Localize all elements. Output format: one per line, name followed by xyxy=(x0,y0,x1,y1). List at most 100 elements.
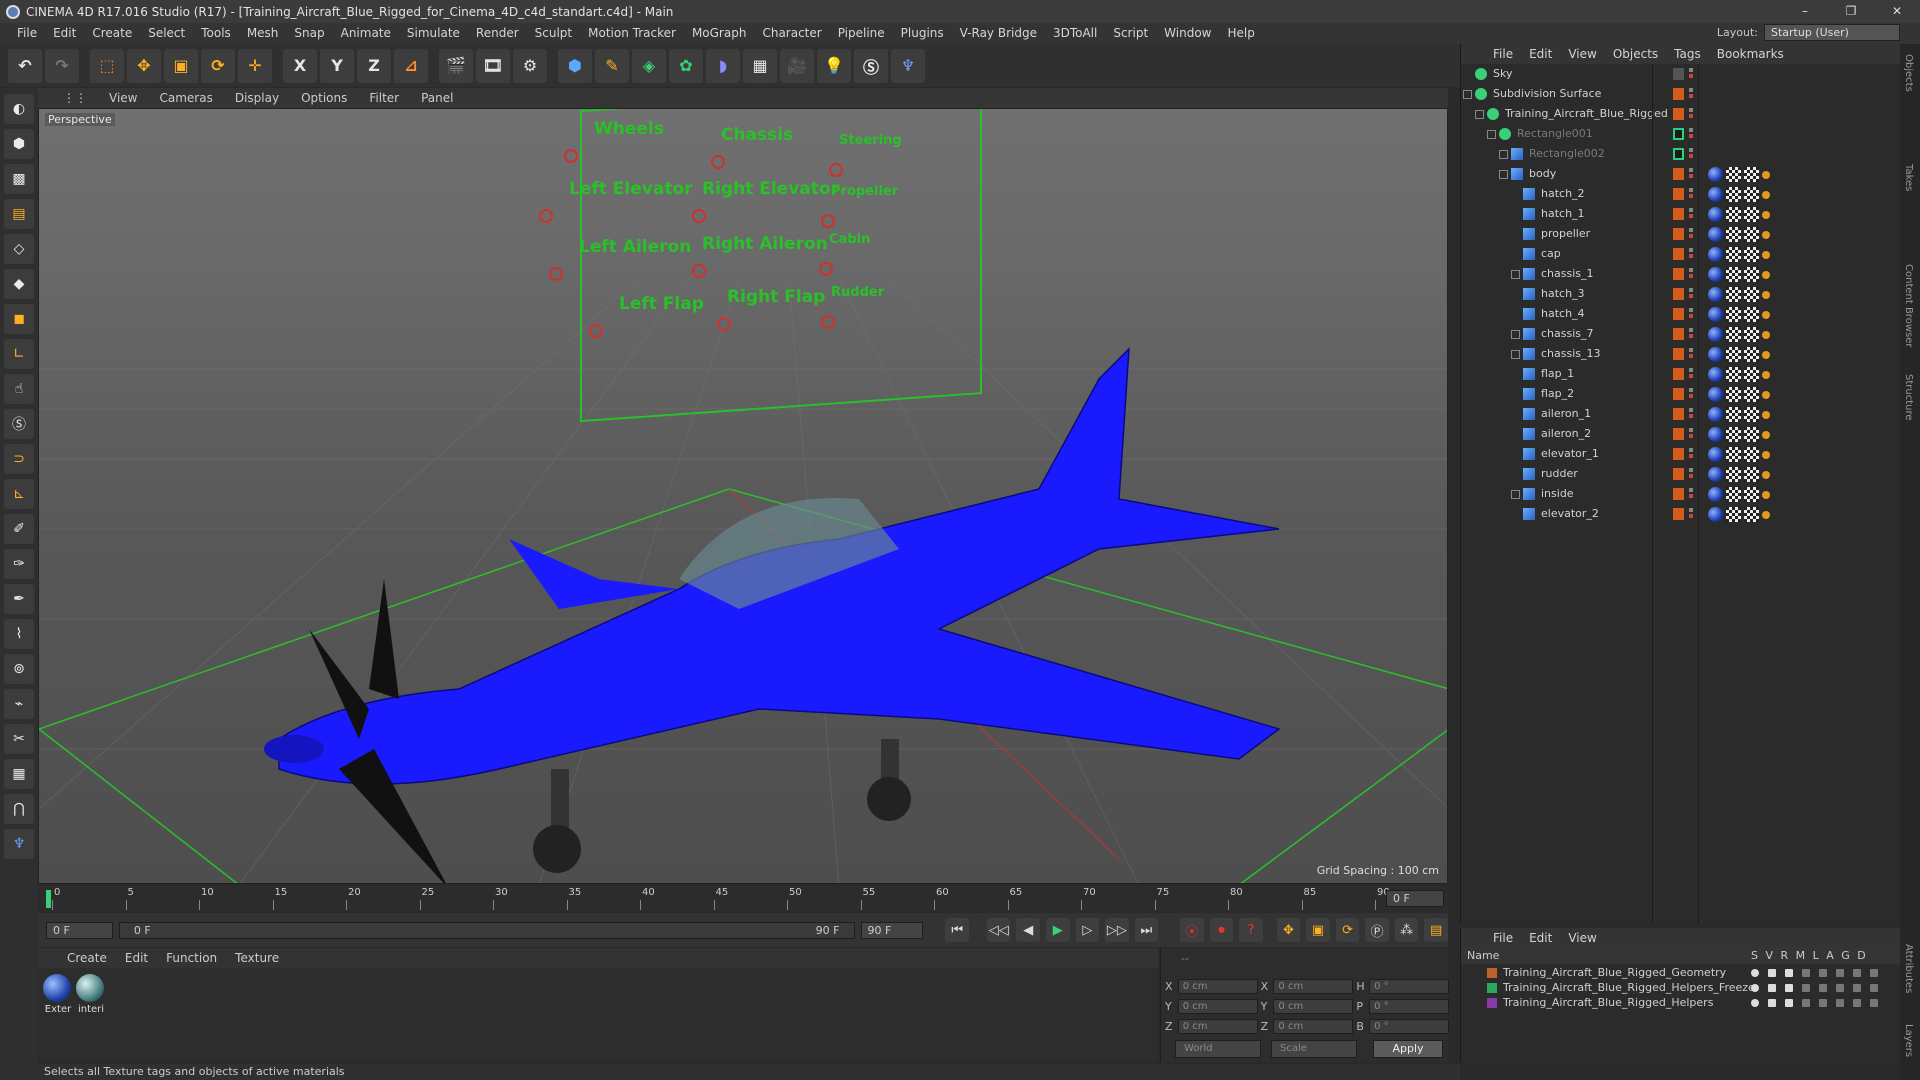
protection-tag-icon[interactable] xyxy=(1762,171,1770,179)
object-row[interactable]: cap xyxy=(1461,244,1901,264)
layer-flag-icon[interactable] xyxy=(1870,999,1878,1007)
visibility-dots-icon[interactable] xyxy=(1689,148,1693,158)
texture-tag-icon[interactable] xyxy=(1726,427,1741,442)
axis-mode-icon[interactable]: ∟ xyxy=(4,339,34,369)
layer-menu-item[interactable]: Edit xyxy=(1521,931,1560,945)
key-scale-icon[interactable]: ▣ xyxy=(1306,918,1330,942)
protection-tag-icon[interactable] xyxy=(1762,251,1770,259)
sculpt-smooth-icon[interactable]: ⌇ xyxy=(4,619,34,649)
texture-tag-icon[interactable] xyxy=(1726,247,1741,262)
uvw-tag-icon[interactable] xyxy=(1744,287,1759,302)
layer-flag-icon[interactable] xyxy=(1751,984,1759,992)
menu-item[interactable]: Plugins xyxy=(893,23,952,44)
material-tag-icon[interactable] xyxy=(1708,207,1723,222)
cloner-icon[interactable]: ✿ xyxy=(669,48,703,83)
protection-tag-icon[interactable] xyxy=(1762,211,1770,219)
menu-item[interactable]: File xyxy=(9,23,45,44)
object-row[interactable]: propeller xyxy=(1461,224,1901,244)
go-to-end-icon[interactable]: ⏭ xyxy=(1134,918,1159,942)
rotation-p-field[interactable]: 0 ° xyxy=(1369,999,1450,1014)
layer-color-swatch[interactable] xyxy=(1673,308,1684,320)
protection-tag-icon[interactable] xyxy=(1762,431,1770,439)
material-exterior[interactable]: Exter xyxy=(43,974,73,1015)
object-row[interactable]: aileron_2 xyxy=(1461,424,1901,444)
texture-tag-icon[interactable] xyxy=(1726,407,1741,422)
object-row[interactable]: hatch_3 xyxy=(1461,284,1901,304)
expand-toggle-icon[interactable] xyxy=(1511,330,1520,339)
model-mode-icon[interactable]: ⬢ xyxy=(4,129,34,159)
snap-icon[interactable]: Ⓢ xyxy=(4,409,34,439)
visibility-dots-icon[interactable] xyxy=(1689,408,1693,418)
apply-button[interactable]: Apply xyxy=(1373,1040,1443,1058)
layer-flag-icon[interactable] xyxy=(1751,999,1759,1007)
python-icon[interactable]: ♆ xyxy=(891,48,925,83)
visibility-dots-icon[interactable] xyxy=(1689,308,1693,318)
viewport-menu-item[interactable]: View xyxy=(98,91,148,105)
material-tag-icon[interactable] xyxy=(1708,227,1723,242)
rotation-h-field[interactable]: 0 ° xyxy=(1369,979,1450,994)
magnet-snap-icon[interactable]: ⋂ xyxy=(4,794,34,824)
start-frame-field[interactable]: 0 F xyxy=(46,921,113,939)
move-icon[interactable]: ✥ xyxy=(127,48,161,83)
size-x-field[interactable]: 0 cm xyxy=(1273,979,1354,994)
layout-dropdown[interactable]: Startup (User) xyxy=(1764,24,1900,41)
uvw-tag-icon[interactable] xyxy=(1744,187,1759,202)
visibility-dots-icon[interactable] xyxy=(1689,288,1693,298)
layer-color-swatch[interactable] xyxy=(1673,348,1684,360)
protection-tag-icon[interactable] xyxy=(1762,191,1770,199)
texture-tag-icon[interactable] xyxy=(1726,307,1741,322)
sculpt-grab-icon[interactable]: ✒ xyxy=(4,584,34,614)
material-menu-item[interactable]: Function xyxy=(157,951,226,965)
side-tab[interactable]: Objects xyxy=(1903,54,1914,92)
object-menu-item[interactable]: View xyxy=(1560,47,1604,61)
expand-toggle-icon[interactable] xyxy=(1487,130,1496,139)
expand-toggle-icon[interactable] xyxy=(1475,110,1484,119)
material-tag-icon[interactable] xyxy=(1708,267,1723,282)
object-row[interactable]: hatch_4 xyxy=(1461,304,1901,324)
visibility-dots-icon[interactable] xyxy=(1689,508,1693,518)
uvw-tag-icon[interactable] xyxy=(1744,167,1759,182)
tweak-mode-icon[interactable]: ☝ xyxy=(4,374,34,404)
object-row[interactable]: elevator_1 xyxy=(1461,444,1901,464)
position-x-field[interactable]: 0 cm xyxy=(1177,979,1258,994)
object-row[interactable]: chassis_1 xyxy=(1461,264,1901,284)
protection-tag-icon[interactable] xyxy=(1762,511,1770,519)
perspective-viewport[interactable]: Perspective Wheels Chassis Steering Left… xyxy=(38,108,1448,884)
texture-tag-icon[interactable] xyxy=(1726,207,1741,222)
expand-toggle-icon[interactable] xyxy=(1511,270,1520,279)
controller-label[interactable]: Cabin xyxy=(829,232,870,247)
coord-system-dropdown[interactable]: World xyxy=(1175,1040,1261,1058)
material-tag-icon[interactable] xyxy=(1708,247,1723,262)
protection-tag-icon[interactable] xyxy=(1762,331,1770,339)
uvw-tag-icon[interactable] xyxy=(1744,507,1759,522)
spline-pen-icon[interactable]: ✎ xyxy=(595,48,629,83)
controller-label[interactable]: Wheels xyxy=(594,119,664,139)
layer-color-swatch[interactable] xyxy=(1673,108,1684,120)
end-frame-field[interactable]: 90 F xyxy=(860,921,924,939)
controller-label[interactable]: Rudder xyxy=(831,285,884,300)
uvw-tag-icon[interactable] xyxy=(1744,307,1759,322)
controller-handle-icon[interactable] xyxy=(819,262,833,276)
layer-color-swatch[interactable] xyxy=(1673,268,1684,280)
layer-row[interactable]: Training_Aircraft_Blue_Rigged_Helpers_Fr… xyxy=(1461,981,1901,995)
controller-label[interactable]: Left Elevator xyxy=(569,179,693,199)
visibility-dots-icon[interactable] xyxy=(1689,68,1693,78)
object-row[interactable]: Rectangle002 xyxy=(1461,144,1901,164)
object-row[interactable]: Sky xyxy=(1461,64,1901,84)
camera-icon[interactable]: 🎥 xyxy=(780,48,814,83)
material-menu-item[interactable]: Create xyxy=(58,951,116,965)
texture-tag-icon[interactable] xyxy=(1726,367,1741,382)
layer-color-swatch[interactable] xyxy=(1673,168,1684,180)
object-row[interactable]: aileron_1 xyxy=(1461,404,1901,424)
next-frame-icon[interactable]: ▷ xyxy=(1075,918,1100,942)
layer-color-swatch[interactable] xyxy=(1673,148,1684,160)
object-menu-item[interactable]: Objects xyxy=(1605,47,1666,61)
layer-color-swatch[interactable] xyxy=(1673,488,1684,500)
layer-flag-icon[interactable] xyxy=(1853,999,1861,1007)
script-python-icon[interactable]: ♆ xyxy=(4,829,34,859)
grid-lock-icon[interactable]: ▦ xyxy=(4,759,34,789)
object-row[interactable]: Rectangle001 xyxy=(1461,124,1901,144)
expand-toggle-icon[interactable] xyxy=(1499,150,1508,159)
autokey-icon[interactable]: ⏺ xyxy=(1209,918,1234,942)
layer-flag-icon[interactable] xyxy=(1836,999,1844,1007)
